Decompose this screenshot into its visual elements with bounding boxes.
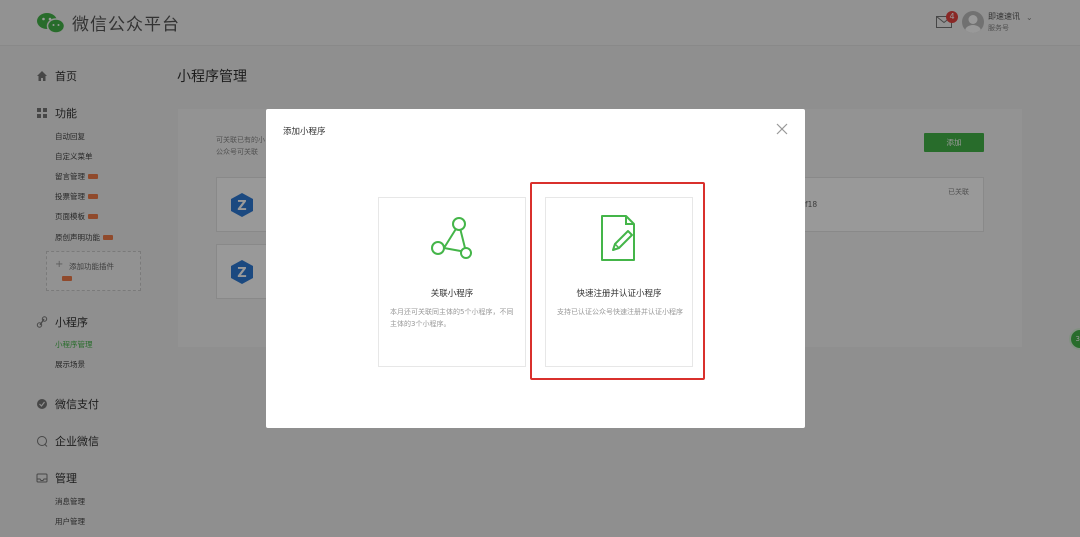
share-nodes-icon [431,217,472,259]
link-miniprogram-option[interactable]: 关联小程序 本月还可关联同主体的5个小程序，不同主体的3个小程序。 [378,197,526,367]
close-icon[interactable] [775,122,789,136]
option-title: 关联小程序 [430,289,474,299]
option-description: 本月还可关联同主体的5个小程序，不同主体的3个小程序。 [390,308,514,328]
dialog-title: 添加小程序 [283,127,326,137]
highlight-box [530,182,705,380]
add-miniprogram-dialog: 添加小程序 关联小程序 本月还可关联同主体的5个小程序，不同主体的3个小程序。 … [266,109,805,428]
